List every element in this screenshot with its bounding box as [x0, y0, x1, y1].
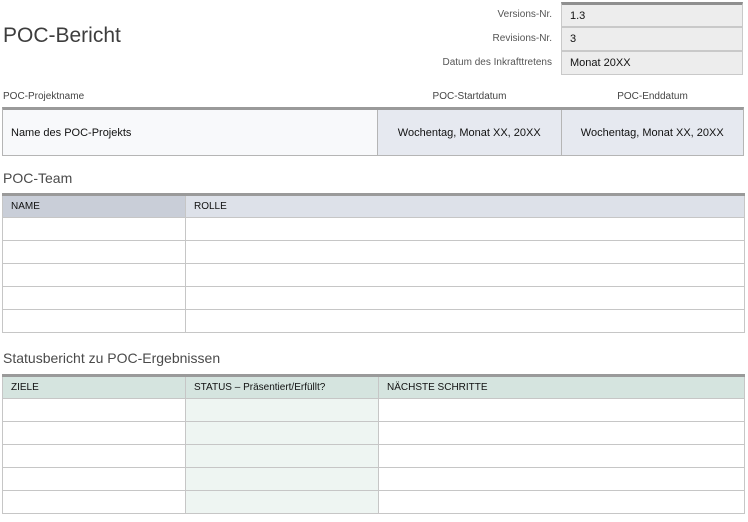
table-header-row: NAME ROLLE — [2, 194, 745, 218]
goal-cell[interactable] — [2, 398, 186, 422]
project-row: Name des POC-Projekts Wochentag, Monat X… — [2, 107, 744, 156]
role-cell[interactable] — [185, 309, 745, 333]
goal-cell[interactable] — [2, 467, 186, 491]
name-cell[interactable] — [2, 263, 186, 287]
role-cell[interactable] — [185, 286, 745, 310]
column-header-role: ROLLE — [185, 194, 745, 218]
table-row — [2, 263, 745, 287]
revision-label: Revisions-Nr. — [492, 33, 552, 44]
status-cell[interactable] — [185, 444, 379, 468]
column-header-name: NAME — [2, 194, 186, 218]
role-cell[interactable] — [185, 263, 745, 287]
table-row — [2, 421, 745, 445]
end-date-label: POC-Enddatum — [617, 91, 688, 102]
table-header-row: ZIELE STATUS – Präsentiert/Erfüllt? NÄCH… — [2, 375, 745, 399]
table-row — [2, 217, 745, 241]
version-label: Versions-Nr. — [497, 9, 552, 20]
project-name-field[interactable]: Name des POC-Projekts — [3, 110, 378, 155]
goal-cell[interactable] — [2, 421, 186, 445]
table-row — [2, 398, 745, 422]
role-cell[interactable] — [185, 240, 745, 264]
next-steps-cell[interactable] — [378, 444, 745, 468]
next-steps-cell[interactable] — [378, 398, 745, 422]
next-steps-cell[interactable] — [378, 421, 745, 445]
next-steps-cell[interactable] — [378, 490, 745, 514]
goal-cell[interactable] — [2, 490, 186, 514]
status-table: ZIELE STATUS – Präsentiert/Erfüllt? NÄCH… — [2, 374, 745, 514]
status-section-title: Statusbericht zu POC-Ergebnissen — [3, 350, 221, 366]
effective-date-field[interactable]: Monat 20XX — [561, 51, 743, 75]
column-header-status: STATUS – Präsentiert/Erfüllt? — [185, 375, 379, 399]
table-row — [2, 240, 745, 264]
end-date-field[interactable]: Wochentag, Monat XX, 20XX — [560, 110, 743, 155]
goal-cell[interactable] — [2, 444, 186, 468]
table-row — [2, 444, 745, 468]
status-cell[interactable] — [185, 421, 379, 445]
project-name-label: POC-Projektname — [3, 91, 85, 102]
name-cell[interactable] — [2, 309, 186, 333]
status-cell[interactable] — [185, 398, 379, 422]
name-cell[interactable] — [2, 286, 186, 310]
name-cell[interactable] — [2, 240, 186, 264]
version-field[interactable]: 1.3 — [561, 2, 743, 27]
date-label: Datum des Inkrafttretens — [442, 57, 553, 68]
revision-field[interactable]: 3 — [561, 27, 743, 51]
team-table: NAME ROLLE — [2, 193, 745, 333]
table-row — [2, 467, 745, 491]
role-cell[interactable] — [185, 217, 745, 241]
start-date-field[interactable]: Wochentag, Monat XX, 20XX — [378, 110, 561, 155]
team-section-title: POC-Team — [3, 170, 73, 186]
page-title: POC-Bericht — [3, 24, 121, 47]
table-row — [2, 490, 745, 514]
table-row — [2, 309, 745, 333]
next-steps-cell[interactable] — [378, 467, 745, 491]
status-cell[interactable] — [185, 490, 379, 514]
start-date-label: POC-Startdatum — [432, 91, 507, 102]
name-cell[interactable] — [2, 217, 186, 241]
column-header-next-steps: NÄCHSTE SCHRITTE — [378, 375, 745, 399]
column-header-goals: ZIELE — [2, 375, 186, 399]
table-row — [2, 286, 745, 310]
status-cell[interactable] — [185, 467, 379, 491]
